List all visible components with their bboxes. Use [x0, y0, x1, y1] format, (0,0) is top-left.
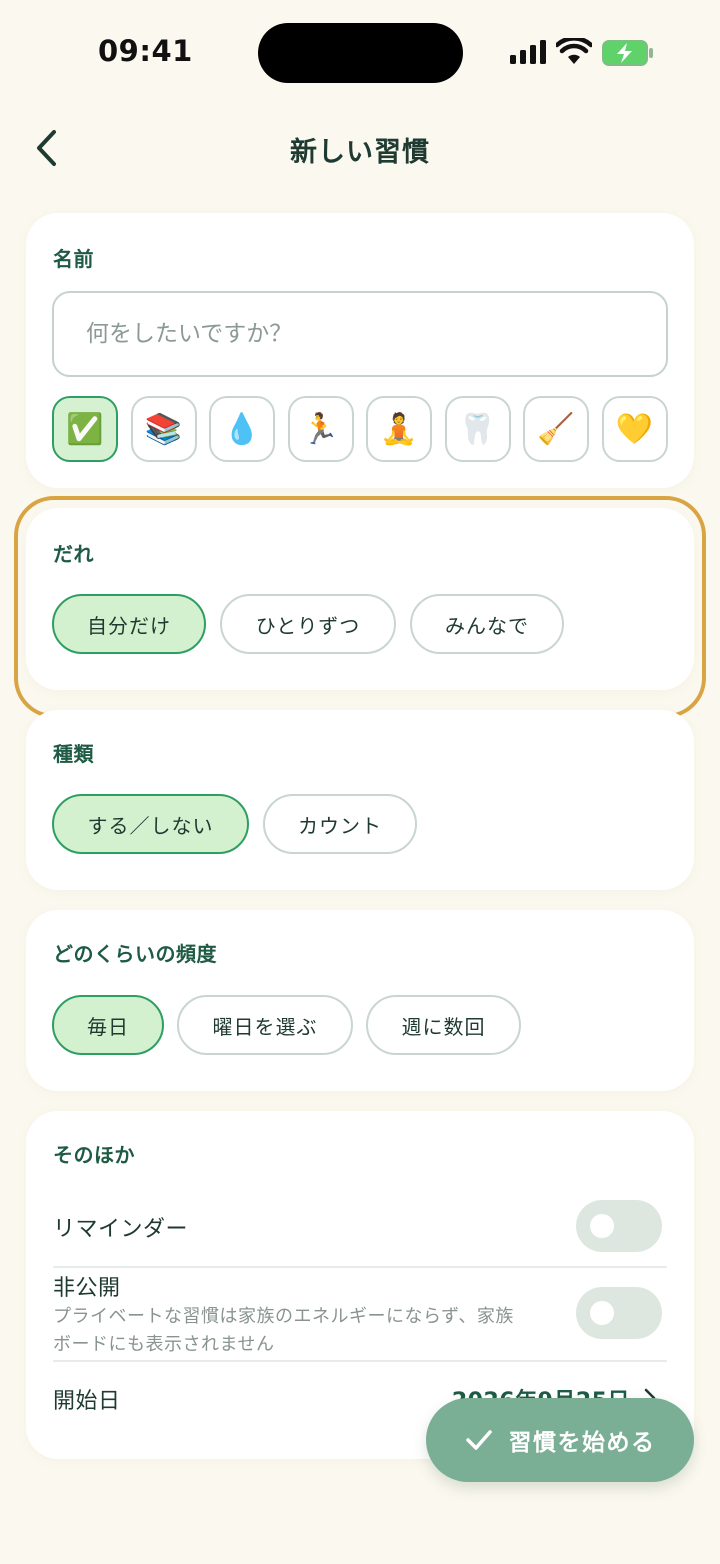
reminder-toggle[interactable] [576, 1200, 662, 1252]
wifi-icon [556, 38, 592, 64]
private-label: 非公開 [53, 1276, 121, 1301]
reminder-label: リマインダー [53, 1217, 189, 1242]
frequency-section-title: どのくらいの頻度 [53, 942, 217, 966]
type-option-count[interactable]: カウント [263, 794, 417, 854]
type-card: 種類 する／しない カウント [26, 710, 694, 890]
status-bar: 09:41 [0, 0, 720, 100]
emoji-option-check[interactable]: ✅ [52, 396, 118, 462]
toggle-knob [590, 1214, 614, 1238]
name-card: 名前 ✅ 📚 💧 🏃 🧘 🦷 🧹 💛 [26, 213, 694, 488]
check-icon [465, 1430, 492, 1450]
emoji-option-runner[interactable]: 🏃 [287, 396, 354, 462]
emoji-option-tooth[interactable]: 🦷 [444, 396, 511, 462]
type-option-do-dont[interactable]: する／しない [52, 794, 249, 854]
toggle-knob [590, 1301, 614, 1325]
emoji-picker: ✅ 📚 💧 🏃 🧘 🦷 🧹 💛 [52, 396, 668, 462]
page-title: 新しい習慣 [290, 137, 430, 168]
battery-charging-icon [602, 40, 653, 66]
emoji-option-broom[interactable]: 🧹 [523, 396, 589, 462]
habit-name-input[interactable] [52, 291, 668, 377]
frequency-option-weekdays[interactable]: 曜日を選ぶ [177, 995, 353, 1055]
type-section-title: 種類 [53, 742, 94, 766]
emoji-option-droplet[interactable]: 💧 [209, 396, 275, 462]
private-description-line1: プライベートな習慣は家族のエネルギーにならず、家族 [53, 1306, 514, 1327]
highlight-ring [14, 496, 706, 718]
frequency-option-daily[interactable]: 毎日 [52, 995, 164, 1055]
divider [53, 1360, 667, 1362]
start-habit-label: 習慣を始める [508, 1430, 656, 1456]
signal-icon [510, 40, 546, 64]
name-section-title: 名前 [53, 247, 94, 271]
other-section-title: そのほか [53, 1143, 135, 1167]
frequency-card: どのくらいの頻度 毎日 曜日を選ぶ 週に数回 [26, 910, 694, 1091]
start-habit-button[interactable]: 習慣を始める [426, 1398, 694, 1482]
emoji-option-meditation[interactable]: 🧘 [366, 396, 432, 462]
emoji-option-books[interactable]: 📚 [130, 396, 197, 462]
dynamic-island [258, 23, 463, 83]
start-date-label: 開始日 [53, 1389, 121, 1414]
divider [53, 1266, 667, 1268]
private-toggle[interactable] [576, 1287, 662, 1339]
frequency-option-times-per-week[interactable]: 週に数回 [366, 995, 521, 1055]
emoji-option-heart[interactable]: 💛 [601, 396, 668, 462]
status-time: 09:41 [98, 34, 193, 68]
private-description-line2: ボードにも表示されません [53, 1334, 275, 1355]
